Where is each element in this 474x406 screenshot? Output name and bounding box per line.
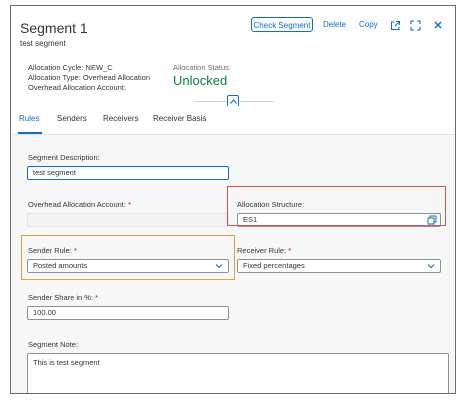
object-header: Segment 1 test segment Check Segment Del…	[11, 6, 455, 107]
fullscreen-icon[interactable]	[408, 18, 422, 32]
receiver-rule-value: Fixed percentages	[243, 261, 305, 270]
receiver-rule-label: Receiver Rule: *	[237, 246, 292, 255]
overhead-allocation-account: Overhead Allocation Account:	[28, 83, 126, 92]
segment-note-textarea[interactable]: This is test segment	[27, 353, 449, 393]
overhead-account-input[interactable]	[27, 213, 229, 227]
allocation-cycle: Allocation Cycle: NEW_C	[28, 63, 113, 72]
receiver-rule-select[interactable]: Fixed percentages	[237, 259, 441, 273]
overhead-account-label: Overhead Allocation Account: *	[28, 200, 131, 209]
segment-description-label: Segment Description:	[28, 153, 100, 162]
sender-share-input[interactable]: 100.00	[27, 306, 229, 320]
segment-note-label: Segment Note:	[28, 340, 79, 349]
page-title: Segment 1	[20, 20, 88, 36]
allocation-status-label: Allocation Status:	[173, 63, 231, 72]
highlight-sender-rule	[21, 235, 235, 280]
required-marker: *	[95, 293, 99, 302]
allocation-status-value: Unlocked	[173, 73, 228, 88]
tab-receivers[interactable]: Receivers	[103, 114, 139, 123]
header-divider-right	[240, 101, 274, 102]
allocation-type: Allocation Type: Overhead Allocation	[28, 73, 151, 82]
delete-button[interactable]: Delete	[323, 17, 346, 32]
page-subtitle: test segment	[20, 39, 66, 48]
sender-share-label: Sender Share in %: *	[28, 293, 99, 302]
copy-button[interactable]: Copy	[359, 17, 378, 32]
highlight-allocation-structure	[227, 186, 446, 226]
header-divider-left	[194, 101, 226, 102]
chevron-up-icon	[229, 98, 237, 104]
active-tab-indicator	[18, 132, 42, 134]
tab-senders[interactable]: Senders	[57, 114, 87, 123]
check-segment-button[interactable]: Check Segment	[251, 17, 313, 32]
segment-description-input[interactable]: test segment	[27, 166, 229, 180]
close-icon[interactable]	[431, 18, 445, 32]
chevron-down-icon	[427, 264, 435, 269]
tab-receiver-basis[interactable]: Receiver Basis	[153, 114, 206, 123]
required-marker: *	[288, 246, 292, 255]
share-icon[interactable]	[388, 18, 402, 32]
tab-rules[interactable]: Rules	[19, 114, 39, 123]
tab-bar: Rules Senders Receivers Receiver Basis	[11, 106, 455, 135]
required-marker: *	[128, 200, 131, 209]
